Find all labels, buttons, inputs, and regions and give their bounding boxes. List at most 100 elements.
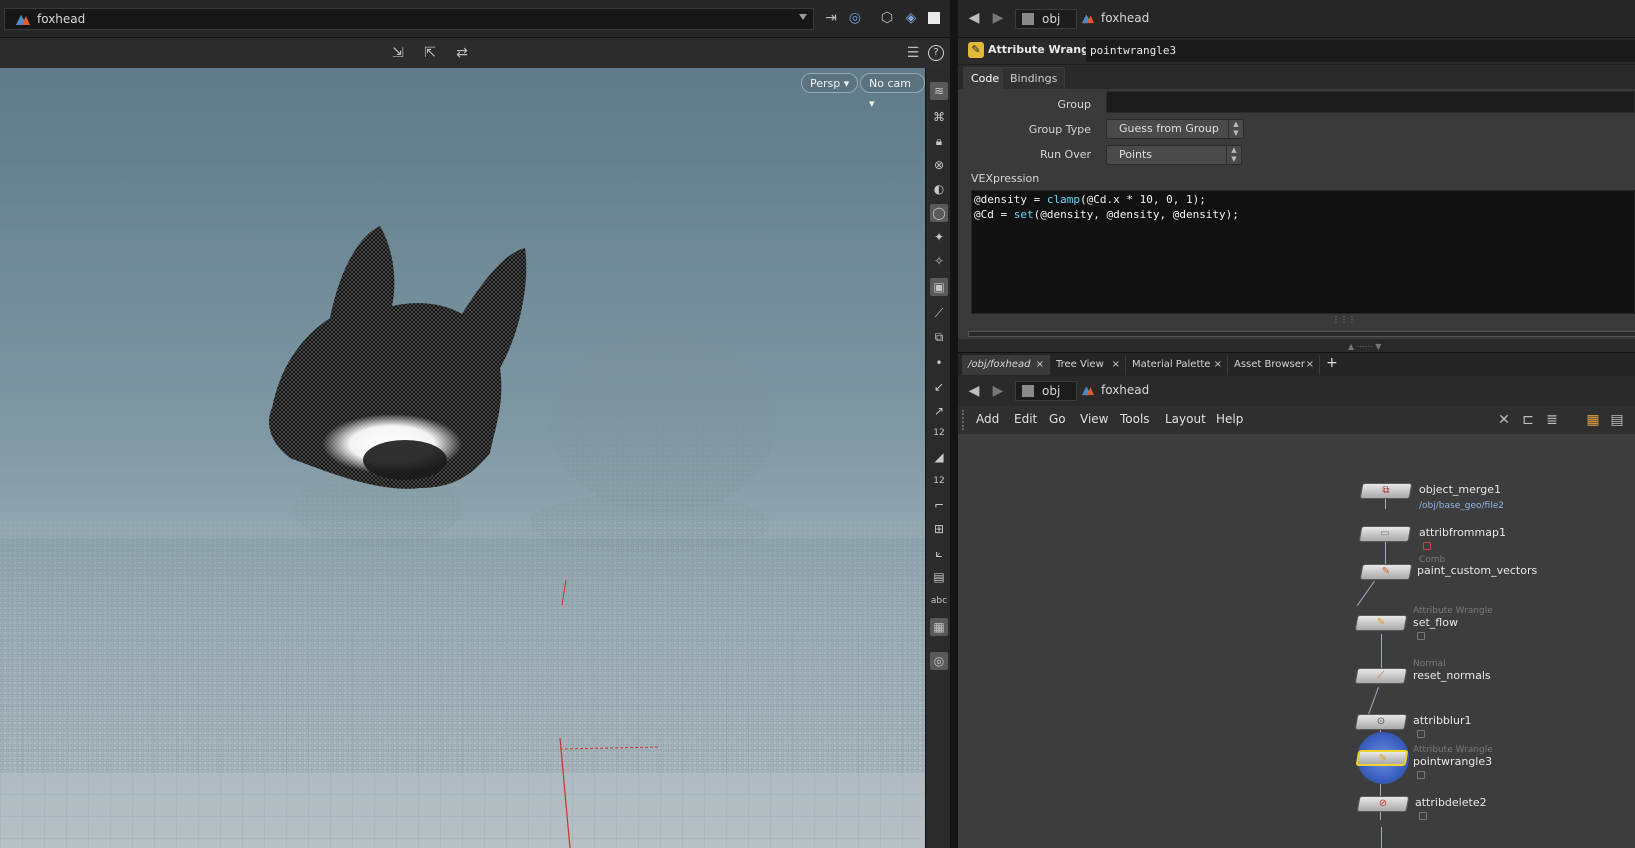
pane-divider[interactable] — [950, 0, 958, 848]
path-dropdown-icon[interactable] — [799, 14, 807, 20]
transform-tool-icon[interactable]: ⇱ — [420, 44, 440, 62]
lock-icon[interactable] — [1417, 730, 1425, 738]
profile-icon[interactable]: ⌐ — [930, 496, 948, 514]
headlight-icon[interactable]: ✦ — [930, 228, 948, 246]
back-arrow-icon[interactable]: ◀ — [965, 382, 983, 400]
lighting-icon[interactable]: ✧ — [930, 252, 948, 270]
close-visibility-icon[interactable]: ⊗ — [930, 156, 948, 174]
wrench-icon[interactable]: ✕ — [1495, 411, 1513, 429]
point-number-icon[interactable]: 12 — [930, 424, 948, 442]
forward-arrow-icon[interactable]: ▶ — [989, 382, 1007, 400]
display-uv-icon[interactable]: ⧉ — [930, 328, 948, 346]
menu-edit[interactable]: Edit — [1014, 412, 1037, 426]
forward-arrow-icon[interactable]: ▶ — [989, 9, 1007, 27]
wireframe-cube-icon[interactable]: ⬡ — [878, 9, 896, 27]
close-tab-icon[interactable]: × — [1036, 355, 1044, 375]
ghost-display-icon[interactable]: ≋ — [930, 82, 948, 100]
3d-viewport[interactable]: Persp ▾ No cam ▾ — [0, 68, 925, 848]
tab-obj-foxhead[interactable]: /obj/foxhead × — [962, 355, 1050, 375]
breadcrumb-obj[interactable]: obj — [1015, 9, 1077, 29]
network-path-field[interactable]: foxhead — [4, 8, 814, 30]
net-breadcrumb-foxhead[interactable]: foxhead — [1075, 381, 1635, 401]
grid-view-icon[interactable]: ▦ — [1584, 411, 1602, 429]
display-normals-icon[interactable]: ⟋ — [930, 304, 948, 322]
menu-add[interactable]: Add — [976, 412, 999, 426]
tab-material-palette-label: Material Palette — [1132, 359, 1211, 370]
node-attribfrommap1[interactable]: ▭ — [1358, 526, 1412, 542]
menu-tools[interactable]: Tools — [1120, 412, 1150, 426]
group-field[interactable] — [1106, 91, 1635, 113]
display-options-icon[interactable]: ☰ — [904, 44, 922, 62]
menu-view[interactable]: View — [1080, 412, 1108, 426]
node-name-field[interactable]: pointwrangle3 — [1086, 40, 1635, 62]
point-display-icon[interactable]: • — [930, 354, 948, 372]
help-icon[interactable]: ? — [928, 45, 944, 61]
drag-handle[interactable] — [962, 410, 966, 430]
vector-display-icon[interactable]: ↙ — [930, 378, 948, 396]
net-breadcrumb-obj[interactable]: obj — [1015, 381, 1077, 401]
hull-icon[interactable]: ⊞ — [930, 520, 948, 538]
back-arrow-icon[interactable]: ◀ — [965, 9, 983, 27]
no-cam-dropdown[interactable]: No cam ▾ — [860, 73, 925, 110]
tab-asset-browser[interactable]: Asset Browser × — [1228, 355, 1320, 375]
normal-display-icon[interactable]: ↗ — [930, 402, 948, 420]
shading-sphere-icon[interactable]: ◐ — [930, 180, 948, 198]
target-icon[interactable]: ◎ — [846, 9, 864, 27]
tree-layout-icon[interactable]: ⊏ — [1519, 411, 1537, 429]
shading-cube-icon[interactable]: ◈ — [902, 9, 920, 27]
breadcrumb-obj-label: obj — [1042, 12, 1061, 26]
group-label: Group — [1057, 98, 1092, 111]
node-reset-normals[interactable]: ⟋ — [1354, 668, 1408, 684]
menu-layout[interactable]: Layout — [1165, 412, 1206, 426]
close-tab-icon[interactable]: × — [1306, 355, 1314, 375]
horizontal-scrollbar[interactable] — [968, 331, 1635, 337]
lock-icon[interactable] — [1417, 771, 1425, 779]
pin-icon[interactable]: ⇥ — [822, 9, 840, 27]
node-paint-custom-vectors[interactable]: ✎ — [1359, 564, 1413, 580]
lock-icon[interactable] — [1417, 632, 1425, 640]
cusp-icon[interactable]: ⟀ — [930, 544, 948, 562]
tab-code[interactable]: Code — [963, 67, 1008, 89]
node-attribdelete2[interactable]: ⊘ — [1356, 796, 1410, 812]
vex-code-editor[interactable]: @density = clamp(@Cd.x * 10, 0, 1); @Cd … — [971, 190, 1635, 314]
select-tool-icon[interactable]: ⇲ — [388, 44, 408, 62]
network-editor[interactable]: ⧉ object_merge1 /obj/base_geo/file2 ▭ at… — [958, 434, 1635, 848]
lock-icon[interactable] — [1423, 542, 1431, 550]
template-display-icon[interactable]: ⌘ — [930, 108, 948, 126]
handle-tool-icon[interactable]: ⇄ — [452, 44, 472, 62]
image-background-icon[interactable]: ▦ — [930, 618, 948, 636]
resize-grip-icon[interactable]: ⋮⋮⋮ — [1332, 316, 1356, 324]
backface-icon[interactable]: ▣ — [930, 278, 948, 296]
node-pointwrangle3[interactable]: ✎ — [1355, 750, 1409, 766]
list-view-icon[interactable]: ≣ — [1543, 411, 1561, 429]
obj-network-icon — [1022, 13, 1034, 25]
tab-bindings[interactable]: Bindings — [1002, 67, 1066, 89]
persp-camera-dropdown[interactable]: Persp ▾ — [801, 73, 859, 93]
node-set-flow[interactable]: ✎ — [1354, 615, 1408, 631]
run-over-dropdown[interactable]: Points ▲ ▼ — [1106, 145, 1242, 165]
background-icon[interactable]: ▤ — [930, 568, 948, 586]
maximize-pane-icon[interactable] — [928, 12, 940, 24]
breadcrumb-foxhead[interactable]: foxhead — [1075, 9, 1635, 29]
node-object-merge1[interactable]: ⧉ — [1359, 483, 1413, 499]
tab-tree-view[interactable]: Tree View × — [1050, 355, 1126, 375]
prim-number-icon[interactable]: 12 — [930, 472, 948, 490]
menu-go[interactable]: Go — [1049, 412, 1066, 426]
details-view-icon[interactable]: ▤ — [1608, 411, 1626, 429]
camera-light-icon[interactable]: ◎ — [930, 652, 948, 670]
group-type-dropdown[interactable]: Guess from Group ▲ ▼ — [1106, 119, 1244, 139]
parameter-header: ✎ Attribute Wrangle pointwrangle3 — [958, 38, 1635, 64]
text-display-icon[interactable]: abc — [930, 592, 948, 610]
pane-splitter[interactable]: ▲ ⋯⋯ ▼ — [958, 339, 1635, 352]
prim-display-icon[interactable]: ◢ — [930, 448, 948, 466]
lock-icon[interactable]: 🔒︎ — [930, 132, 948, 150]
light-bulb-icon[interactable]: ◯ — [930, 204, 948, 222]
menu-help[interactable]: Help — [1216, 412, 1243, 426]
close-tab-icon[interactable]: × — [1214, 355, 1222, 375]
lock-icon[interactable] — [1419, 812, 1427, 820]
close-tab-icon[interactable]: × — [1112, 355, 1120, 375]
node-attribblur1[interactable]: ⊙ — [1354, 714, 1408, 730]
add-tab-icon[interactable]: + — [1326, 355, 1338, 371]
tab-material-palette[interactable]: Material Palette × — [1126, 355, 1228, 375]
node-path-link[interactable]: /obj/base_geo/file2 — [1419, 501, 1504, 511]
